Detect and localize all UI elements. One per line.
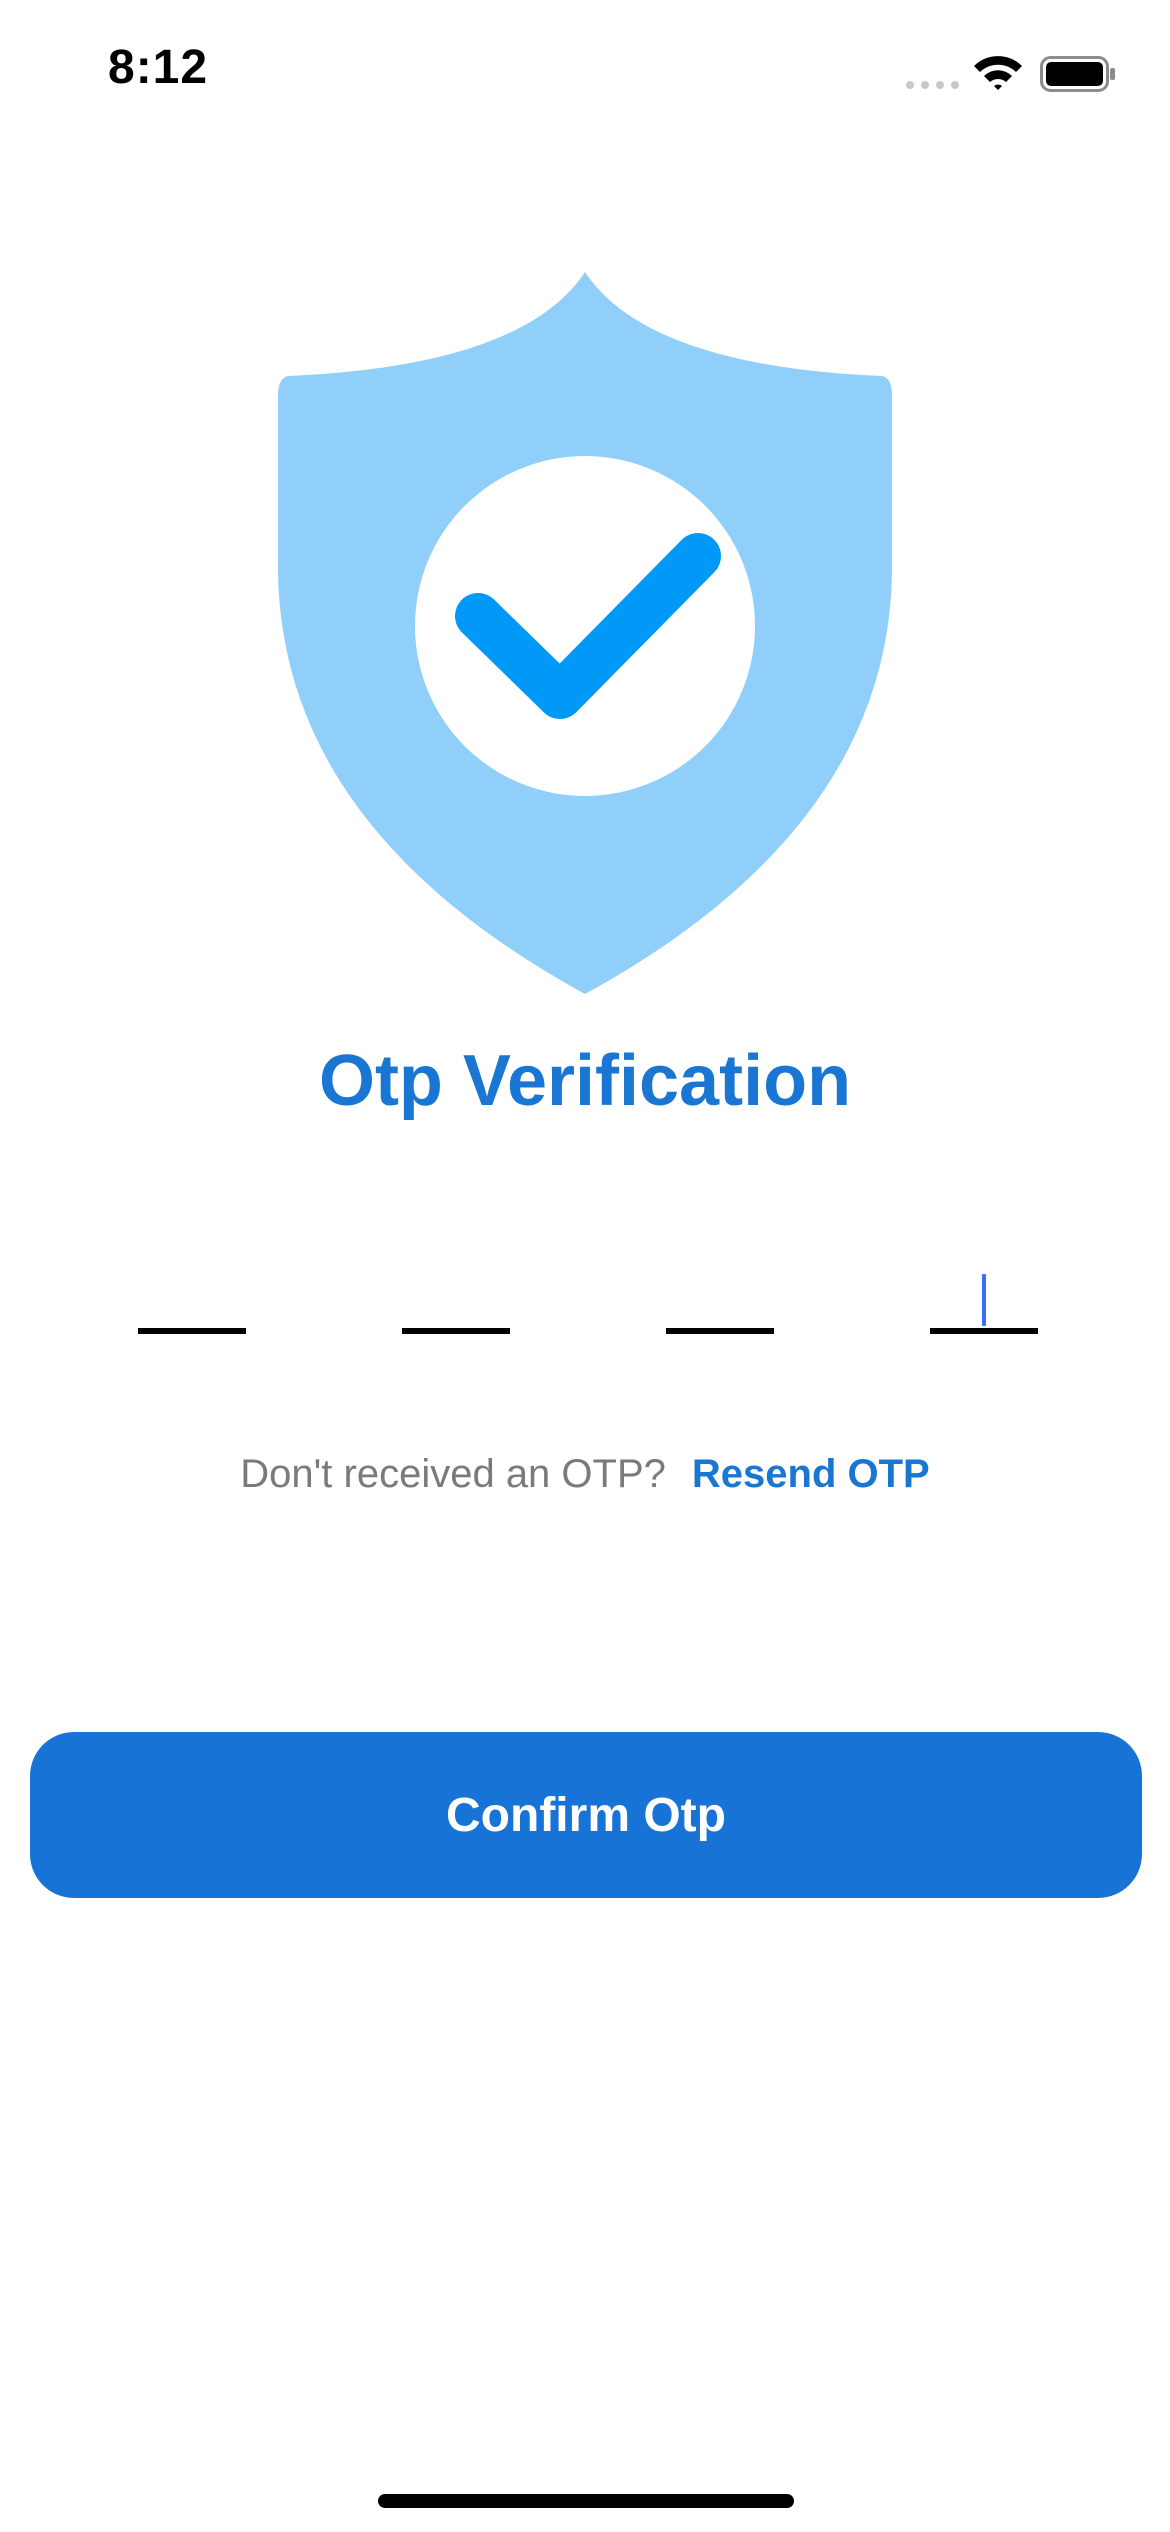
otp-input-group bbox=[0, 1260, 1170, 1340]
battery-icon bbox=[1040, 56, 1115, 92]
status-bar: 8:12 bbox=[0, 0, 1170, 140]
resend-otp-link[interactable]: Resend OTP bbox=[692, 1452, 930, 1496]
otp-digit-3-input[interactable] bbox=[666, 1260, 774, 1334]
otp-digit-1-input[interactable] bbox=[138, 1260, 246, 1334]
resend-row: Don't received an OTP? Resend OTP bbox=[0, 1444, 1170, 1504]
text-cursor bbox=[982, 1274, 986, 1326]
status-time: 8:12 bbox=[108, 41, 209, 94]
cellular-signal-icon bbox=[906, 81, 959, 89]
page-title: Otp Verification bbox=[318, 1041, 852, 1121]
home-indicator[interactable] bbox=[378, 2494, 794, 2508]
wifi-icon bbox=[974, 56, 1022, 90]
otp-digit-2-input[interactable] bbox=[402, 1260, 510, 1334]
resend-prompt-text: Don't received an OTP? bbox=[240, 1452, 666, 1496]
shield-check-icon bbox=[278, 272, 892, 994]
confirm-otp-button[interactable]: Confirm Otp bbox=[30, 1732, 1142, 1898]
